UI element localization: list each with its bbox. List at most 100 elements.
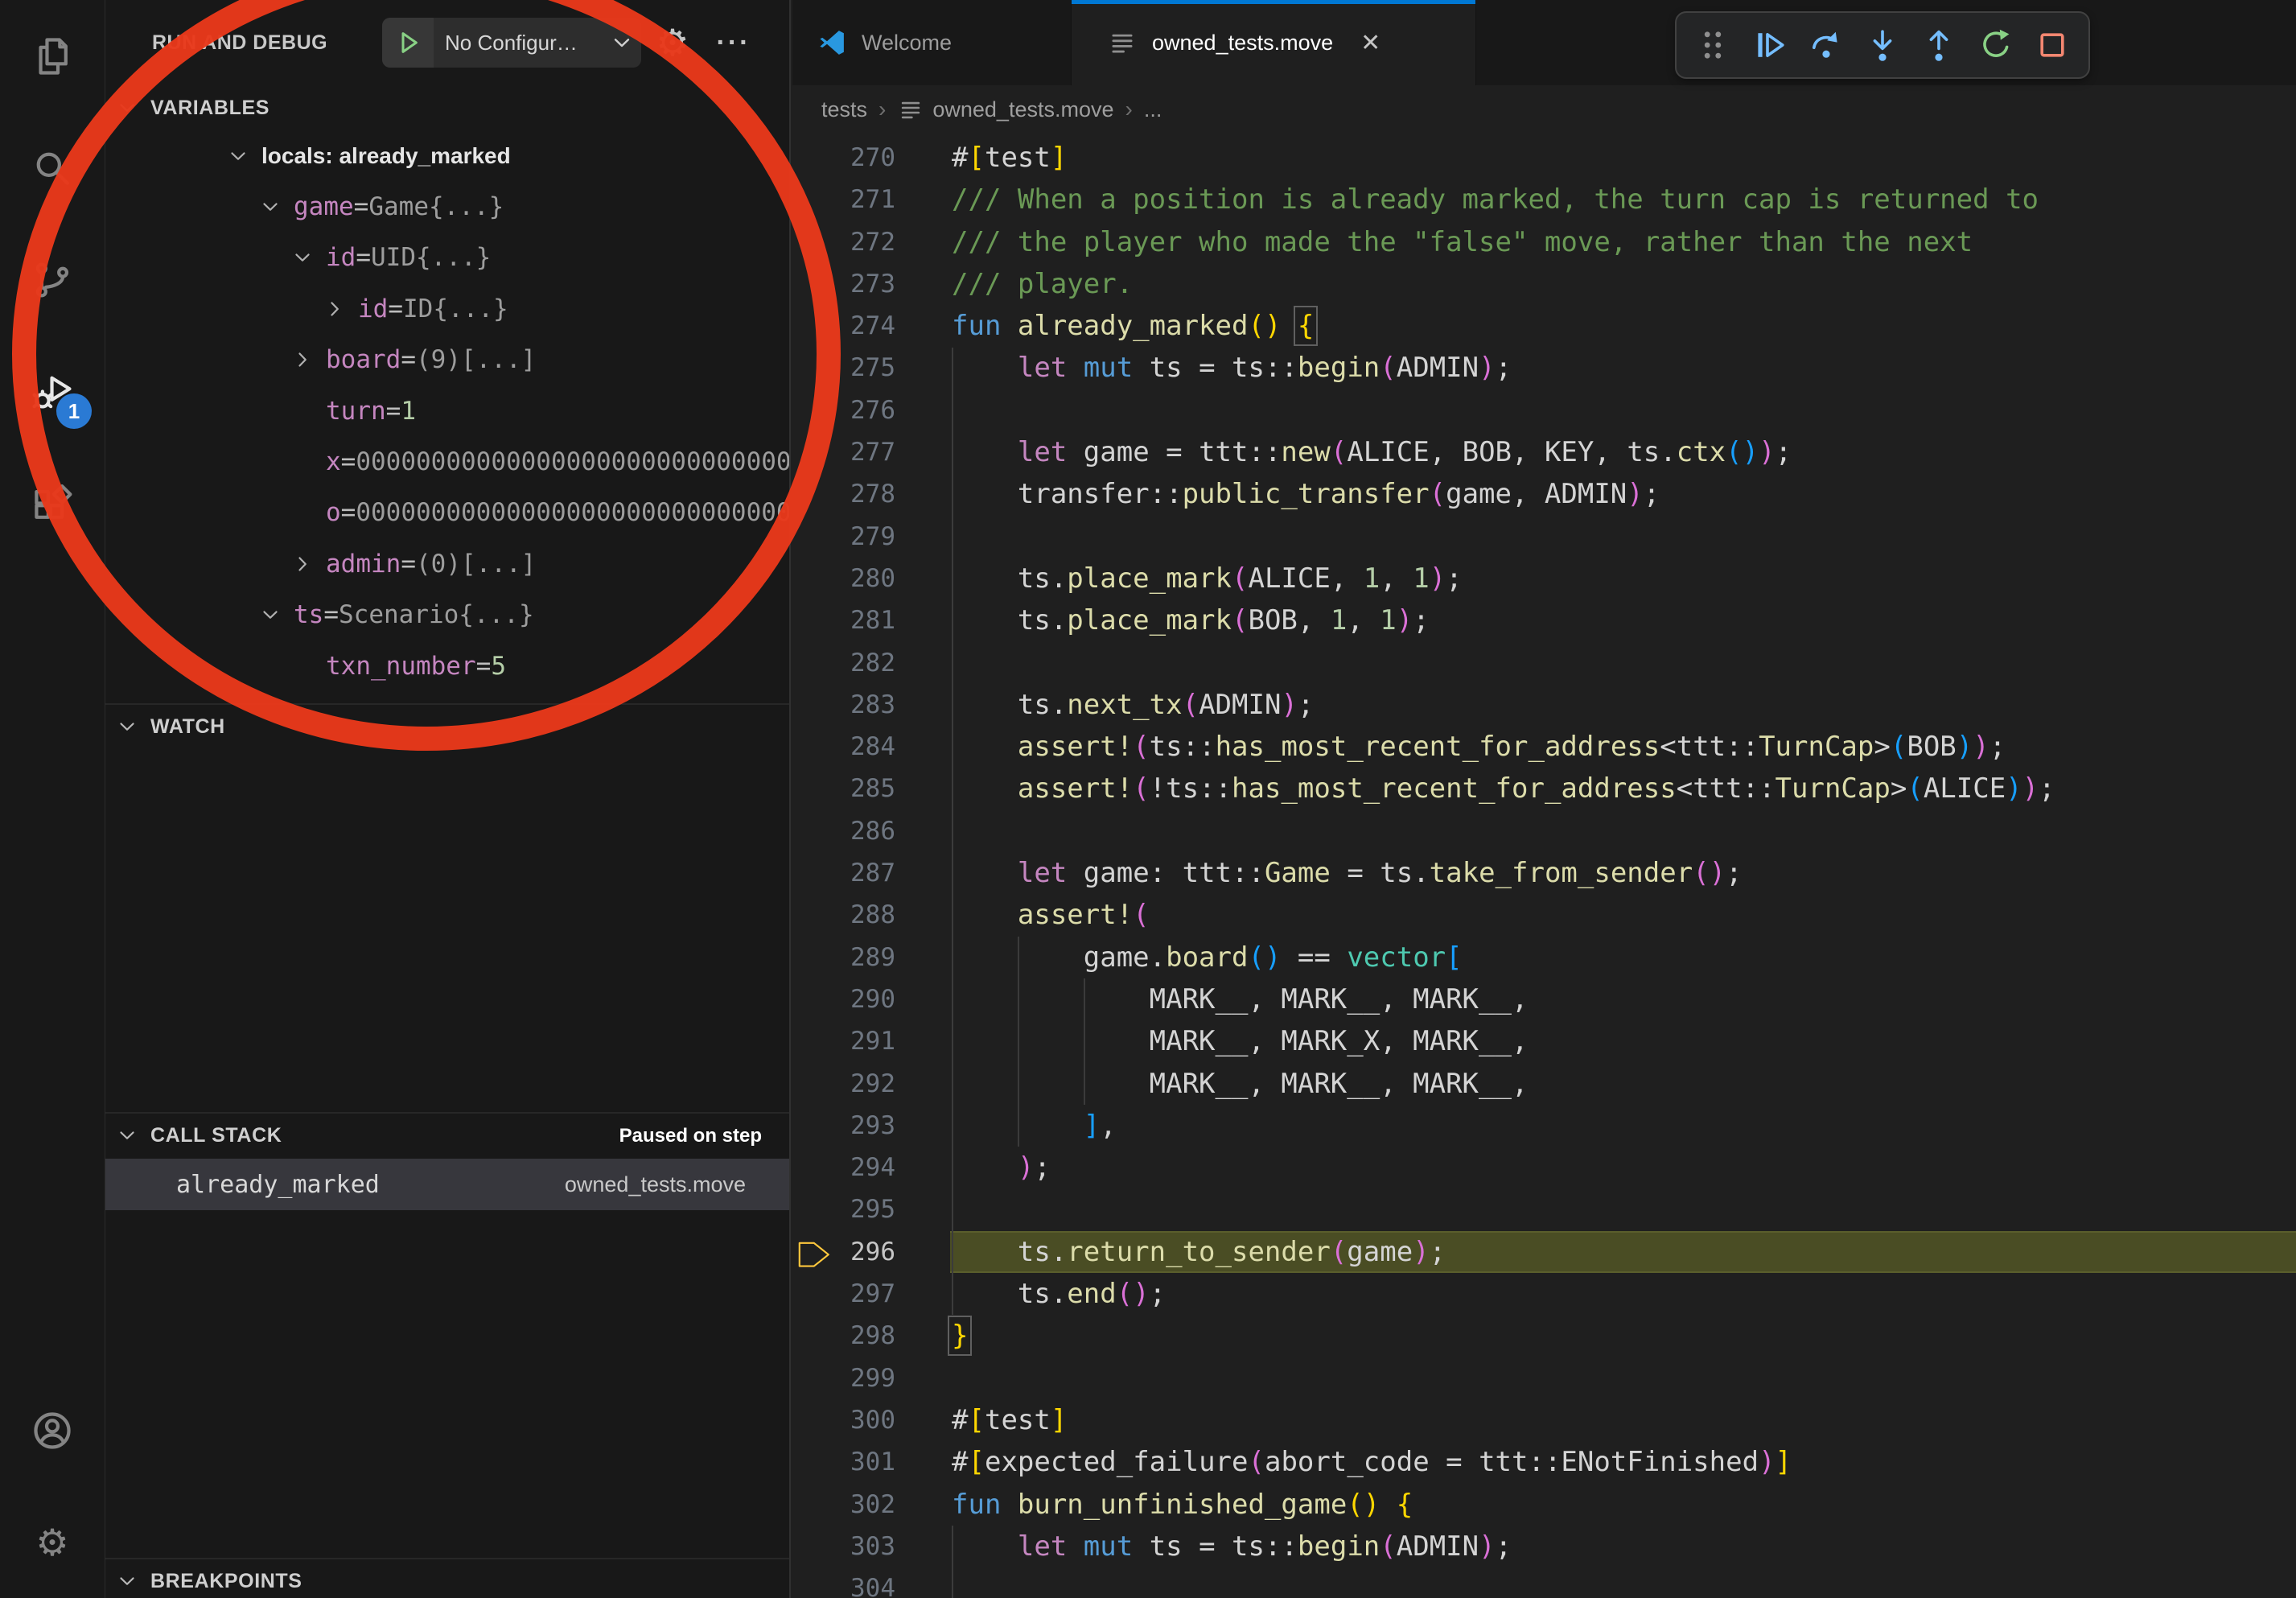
- stop-button[interactable]: [2027, 20, 2077, 70]
- step-out-button[interactable]: [1914, 20, 1964, 70]
- variable-row-ts[interactable]: ts = Scenario{...}: [105, 590, 789, 640]
- section-header-breakpoints[interactable]: BREAKPOINTS: [105, 1558, 789, 1598]
- breadcrumb-item[interactable]: tests: [821, 97, 867, 122]
- line-number[interactable]: 302: [792, 1484, 895, 1526]
- line-number[interactable]: 298: [792, 1315, 895, 1357]
- line-number[interactable]: 273: [792, 263, 895, 305]
- section-header-call-stack[interactable]: CALL STACK Paused on step: [105, 1112, 789, 1157]
- variables-scope-row[interactable]: locals: already_marked: [105, 130, 789, 181]
- line-number[interactable]: 300: [792, 1399, 895, 1441]
- code-line-300[interactable]: 300#[test]: [792, 1399, 2296, 1441]
- variable-row-turn[interactable]: turn = 1: [105, 385, 789, 436]
- code-line-278[interactable]: 278 transfer::public_transfer(game, ADMI…: [792, 473, 2296, 515]
- call-stack-frame[interactable]: already_marked owned_tests.move: [105, 1159, 789, 1210]
- chevron-right-icon[interactable]: [323, 297, 347, 321]
- chevron-down-icon[interactable]: [258, 603, 282, 627]
- line-number[interactable]: 278: [792, 473, 895, 515]
- code-line-288[interactable]: 288 assert!(: [792, 894, 2296, 936]
- code-line-283[interactable]: 283 ts.next_tx(ADMIN);: [792, 684, 2296, 726]
- variable-row-txn_number[interactable]: txn_number = 5: [105, 640, 789, 691]
- code-line-282[interactable]: 282: [792, 642, 2296, 684]
- line-number[interactable]: 287: [792, 852, 895, 894]
- line-number[interactable]: 289: [792, 937, 895, 978]
- code-line-298[interactable]: 298}: [792, 1315, 2296, 1357]
- line-number[interactable]: 294: [792, 1147, 895, 1188]
- more-actions-button[interactable]: ···: [714, 23, 754, 63]
- line-number[interactable]: 292: [792, 1063, 895, 1105]
- line-number[interactable]: 279: [792, 516, 895, 558]
- code-line-271[interactable]: 271/// When a position is already marked…: [792, 179, 2296, 220]
- code-line-302[interactable]: 302fun burn_unfinished_game() {: [792, 1484, 2296, 1526]
- chevron-right-icon[interactable]: [290, 348, 315, 372]
- code-line-280[interactable]: 280 ts.place_mark(ALICE, 1, 1);: [792, 558, 2296, 599]
- tab-owned-tests-move[interactable]: owned_tests.move✕: [1072, 0, 1476, 85]
- line-number[interactable]: 284: [792, 726, 895, 768]
- line-number[interactable]: 301: [792, 1441, 895, 1483]
- code-line-272[interactable]: 272/// the player who made the "false" m…: [792, 221, 2296, 263]
- step-into-button[interactable]: [1858, 20, 1907, 70]
- code-line-287[interactable]: 287 let game: ttt::Game = ts.take_from_s…: [792, 852, 2296, 894]
- code-line-299[interactable]: 299: [792, 1357, 2296, 1399]
- section-header-variables[interactable]: VARIABLES: [105, 85, 789, 130]
- variable-row-id[interactable]: id = UID{...}: [105, 233, 789, 283]
- continue-button[interactable]: [1744, 20, 1794, 70]
- code-line-289[interactable]: 289 game.board() == vector[: [792, 937, 2296, 978]
- chevron-down-icon[interactable]: [226, 144, 250, 168]
- code-line-277[interactable]: 277 let game = ttt::new(ALICE, BOB, KEY,…: [792, 431, 2296, 473]
- line-number[interactable]: 304: [792, 1567, 895, 1598]
- line-number[interactable]: 299: [792, 1357, 895, 1399]
- line-number[interactable]: 288: [792, 894, 895, 936]
- chevron-down-icon[interactable]: [258, 195, 282, 219]
- line-number[interactable]: 295: [792, 1188, 895, 1230]
- code-line-275[interactable]: 275 let mut ts = ts::begin(ADMIN);: [792, 347, 2296, 389]
- line-number[interactable]: 271: [792, 179, 895, 220]
- variable-row-id[interactable]: id = ID{...}: [105, 283, 789, 334]
- code-line-292[interactable]: 292 MARK__, MARK__, MARK__,: [792, 1063, 2296, 1105]
- activity-item-run-and-debug[interactable]: 1: [0, 336, 105, 447]
- code-line-290[interactable]: 290 MARK__, MARK__, MARK__,: [792, 978, 2296, 1020]
- breadcrumb-item[interactable]: owned_tests.move: [897, 96, 1113, 123]
- code-line-281[interactable]: 281 ts.place_mark(BOB, 1, 1);: [792, 599, 2296, 641]
- line-number[interactable]: 280: [792, 558, 895, 599]
- breadcrumb-item[interactable]: ...: [1144, 97, 1162, 122]
- line-number[interactable]: 272: [792, 221, 895, 263]
- code-line-273[interactable]: 273/// player.: [792, 263, 2296, 305]
- line-number[interactable]: 290: [792, 978, 895, 1020]
- activity-item-extensions[interactable]: [0, 447, 105, 559]
- code-line-284[interactable]: 284 assert!(ts::has_most_recent_for_addr…: [792, 726, 2296, 768]
- activity-item-source-control[interactable]: [0, 224, 105, 336]
- activity-item-explorer[interactable]: [0, 0, 105, 112]
- variable-row-admin[interactable]: admin = (0)[...]: [105, 538, 789, 589]
- line-number[interactable]: 274: [792, 305, 895, 347]
- tab-welcome[interactable]: Welcome: [792, 0, 1072, 85]
- code-line-285[interactable]: 285 assert!(!ts::has_most_recent_for_add…: [792, 768, 2296, 809]
- line-number[interactable]: 282: [792, 642, 895, 684]
- code-line-301[interactable]: 301#[expected_failure(abort_code = ttt::…: [792, 1441, 2296, 1483]
- activity-item-accounts[interactable]: [0, 1374, 105, 1486]
- close-icon[interactable]: ✕: [1360, 29, 1380, 57]
- code-line-274[interactable]: 274fun already_marked() {: [792, 305, 2296, 347]
- variable-row-x[interactable]: x = 00000000000000000000000000000000…: [105, 436, 789, 487]
- chevron-right-icon[interactable]: [290, 552, 315, 576]
- line-number[interactable]: 303: [792, 1526, 895, 1567]
- line-number[interactable]: 286: [792, 810, 895, 852]
- line-number[interactable]: 281: [792, 599, 895, 641]
- variable-row-game[interactable]: game = Game{...}: [105, 181, 789, 232]
- activity-item-settings[interactable]: ⚙: [0, 1486, 105, 1598]
- line-number[interactable]: 276: [792, 389, 895, 431]
- line-number[interactable]: 285: [792, 768, 895, 809]
- debug-config-dropdown[interactable]: No Configur…: [382, 18, 641, 68]
- code-line-294[interactable]: 294 );: [792, 1147, 2296, 1188]
- line-number[interactable]: 283: [792, 684, 895, 726]
- line-number[interactable]: 297: [792, 1273, 895, 1315]
- line-number[interactable]: 275: [792, 347, 895, 389]
- line-number[interactable]: 291: [792, 1020, 895, 1062]
- code-line-291[interactable]: 291 MARK__, MARK_X, MARK__,: [792, 1020, 2296, 1062]
- code-line-293[interactable]: 293 ],: [792, 1105, 2296, 1147]
- code-line-279[interactable]: 279: [792, 516, 2296, 558]
- code-line-276[interactable]: 276: [792, 389, 2296, 431]
- variable-row-board[interactable]: board = (9)[...]: [105, 335, 789, 385]
- chevron-down-icon[interactable]: [290, 245, 315, 270]
- section-header-watch[interactable]: WATCH: [105, 703, 789, 748]
- drag-handle[interactable]: [1688, 20, 1738, 70]
